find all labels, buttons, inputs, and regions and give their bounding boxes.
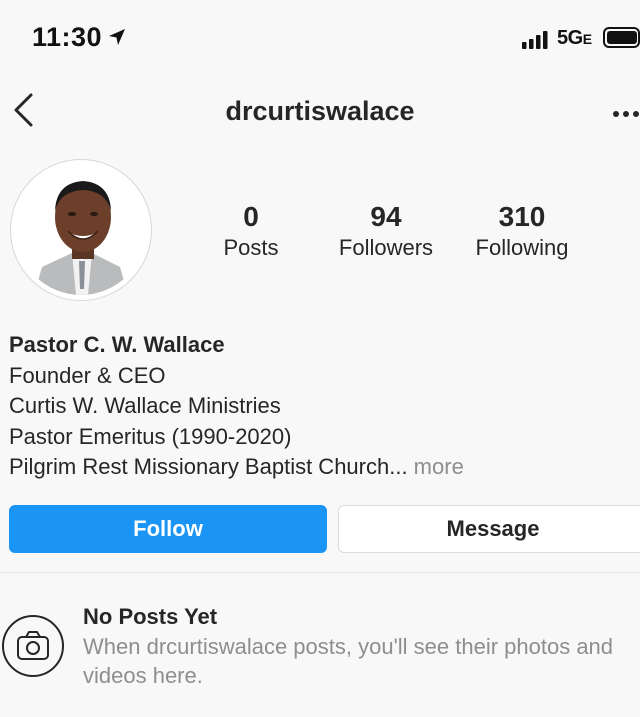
stat-posts-value: 0 bbox=[243, 201, 259, 232]
bio-line-last: Pilgrim Rest Missionary Baptist Church..… bbox=[9, 452, 464, 483]
bio-line: Pilgrim Rest Missionary Baptist Church..… bbox=[9, 454, 408, 479]
section-divider bbox=[0, 572, 640, 573]
network-indicator: 5GE bbox=[557, 27, 592, 49]
profile-name: Pastor C. W. Wallace bbox=[9, 332, 225, 357]
profile-photo bbox=[16, 165, 146, 295]
profile-username: drcurtiswalace bbox=[225, 96, 415, 126]
stat-posts[interactable]: 0 Posts bbox=[176, 200, 326, 262]
status-time: 11:30 bbox=[32, 22, 103, 52]
stat-posts-label: Posts bbox=[223, 235, 279, 260]
stat-followers-label: Followers bbox=[338, 235, 434, 260]
stat-followers-value: 94 bbox=[370, 201, 402, 232]
follow-button[interactable]: Follow bbox=[9, 505, 327, 553]
more-options-icon[interactable] bbox=[612, 110, 640, 118]
stat-following[interactable]: 310 Following bbox=[447, 200, 597, 262]
bio-line: Pastor Emeritus (1990-2020) bbox=[9, 423, 292, 449]
message-button[interactable]: Message bbox=[338, 505, 640, 553]
stat-following-label: Following bbox=[475, 235, 569, 260]
bio-more-link[interactable]: more bbox=[408, 454, 464, 479]
stat-followers[interactable]: 94 Followers bbox=[311, 200, 461, 262]
bio-line: Founder & CEO bbox=[9, 362, 166, 388]
stat-following-value: 310 bbox=[498, 201, 546, 232]
empty-state-text: When drcurtiswalace posts, you'll see th… bbox=[83, 634, 614, 688]
avatar[interactable] bbox=[16, 165, 146, 295]
camera-glyph bbox=[17, 631, 49, 660]
battery-icon bbox=[603, 27, 640, 48]
location-arrow-icon bbox=[109, 29, 125, 45]
camera-icon bbox=[2, 615, 64, 677]
profile-bio: Pastor C. W. Wallace Founder & CEO Curti… bbox=[9, 330, 464, 483]
empty-state-title: No Posts Yet bbox=[83, 604, 218, 629]
signal-icon bbox=[522, 31, 548, 49]
bio-line: Curtis W. Wallace Ministries bbox=[9, 393, 281, 418]
